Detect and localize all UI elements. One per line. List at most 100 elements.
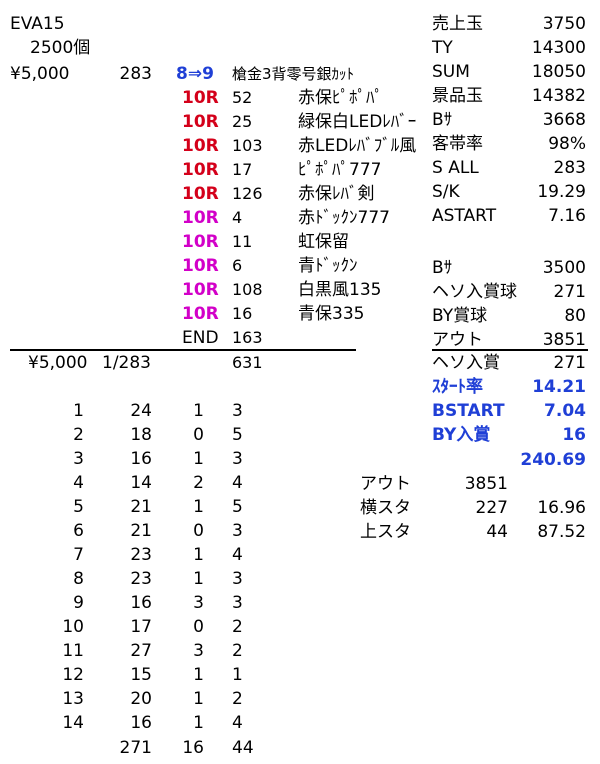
stat-label: S/K xyxy=(432,182,460,202)
row-count: 1 xyxy=(193,449,204,469)
row-value: 4 xyxy=(232,545,243,565)
round-note: 赤保ﾋﾟﾎﾟﾊﾟ xyxy=(298,88,383,108)
row-spins: 23 xyxy=(130,545,152,565)
round-note: ﾋﾟﾎﾟﾊﾟ777 xyxy=(298,160,382,180)
blue-total: 240.69 xyxy=(520,450,586,470)
out-value: 227 xyxy=(475,498,508,518)
total-d: 44 xyxy=(232,738,254,758)
stat-value: 14382 xyxy=(531,86,586,106)
row-index: 9 xyxy=(73,593,84,613)
round-label: 10R xyxy=(182,280,219,300)
stat-label: ｽﾀｰﾄ率 xyxy=(432,377,483,397)
round-spins: 25 xyxy=(232,112,253,131)
stat-value: 271 xyxy=(553,282,586,302)
row-count: 1 xyxy=(193,497,204,517)
row-index: 7 xyxy=(73,545,84,565)
row-value: 3 xyxy=(232,569,243,589)
out-label: 横スタ xyxy=(360,498,411,518)
stat-label: TY xyxy=(432,38,453,58)
stat-label: Bｻ xyxy=(432,110,453,130)
row-value: 1 xyxy=(232,665,243,685)
row-index: 11 xyxy=(62,641,84,661)
row-spins: 17 xyxy=(130,617,152,637)
row-count: 1 xyxy=(193,569,204,589)
row-index: 4 xyxy=(73,473,84,493)
out-value: 3851 xyxy=(464,474,508,494)
row-spins: 18 xyxy=(130,425,152,445)
row-index: 13 xyxy=(62,689,84,709)
row-index: 2 xyxy=(73,425,84,445)
stat-label: Bｻ xyxy=(432,258,453,278)
stat-value: 18050 xyxy=(531,62,586,82)
stat-value: 271 xyxy=(553,353,586,373)
setting-change: 8⇒9 xyxy=(176,64,214,84)
row-value: 3 xyxy=(232,449,243,469)
out-rate: 16.96 xyxy=(537,498,586,518)
stat-label: BY賞球 xyxy=(432,306,488,326)
row-spins: 23 xyxy=(130,569,152,589)
rotation-count: 283 xyxy=(119,64,152,84)
round-spins: 103 xyxy=(232,136,263,155)
stat-label: ASTART xyxy=(432,206,497,226)
out-label: 上スタ xyxy=(360,522,411,542)
out-rate: 87.52 xyxy=(537,522,586,542)
money-value: ¥5,000 xyxy=(10,64,70,84)
stat-label: アウト xyxy=(432,330,483,350)
round-note: 赤LEDﾚﾊﾞﾌﾞﾙ風 xyxy=(298,136,417,156)
row-count: 1 xyxy=(193,689,204,709)
row-count: 1 xyxy=(193,401,204,421)
round-label: 10R xyxy=(182,160,219,180)
total-b: 271 xyxy=(119,738,152,758)
end-label: END xyxy=(182,328,219,348)
stat-label: 景品玉 xyxy=(432,86,483,106)
summary-total: 631 xyxy=(232,353,263,372)
row-value: 2 xyxy=(232,641,243,661)
row-value: 4 xyxy=(232,473,243,493)
row-spins: 24 xyxy=(130,401,152,421)
row-value: 3 xyxy=(232,593,243,613)
stat-value: 7.04 xyxy=(544,401,586,421)
row-spins: 16 xyxy=(130,713,152,733)
round-note: 白黒風135 xyxy=(298,280,382,300)
stat-label: SUM xyxy=(432,62,470,82)
stat-value: 283 xyxy=(553,158,586,178)
row-count: 0 xyxy=(193,521,204,541)
stat-value: 80 xyxy=(564,306,586,326)
stat-label: 売上玉 xyxy=(432,14,483,34)
row-count: 3 xyxy=(193,641,204,661)
row-count: 0 xyxy=(193,617,204,637)
row-spins: 16 xyxy=(130,593,152,613)
round-note: 緑保白LEDﾚﾊﾞｰ xyxy=(298,112,417,132)
round-spins: 126 xyxy=(232,184,263,203)
spreadsheet: EVA15 2500個 ¥5,000 283 8⇒9 槍金3背零号銀ｶｯﾄ 10… xyxy=(0,0,600,764)
out-rate xyxy=(510,472,586,496)
round-note: 赤保ﾚﾊﾞ剣 xyxy=(298,184,375,204)
stat-value: 7.16 xyxy=(548,206,586,226)
end-value: 163 xyxy=(232,328,263,347)
machine-description: 槍金3背零号銀ｶｯﾄ xyxy=(232,65,355,83)
round-spins: 6 xyxy=(232,256,243,275)
row-index: 6 xyxy=(73,521,84,541)
row-index: 14 xyxy=(62,713,84,733)
stat-value: 3668 xyxy=(542,110,586,130)
round-spins: 16 xyxy=(232,304,253,323)
stat-label: S ALL xyxy=(432,158,479,178)
round-label: 10R xyxy=(182,232,219,252)
round-spins: 17 xyxy=(232,160,253,179)
row-count: 1 xyxy=(193,713,204,733)
row-index: 5 xyxy=(73,497,84,517)
sheet-title: EVA15 xyxy=(10,14,65,34)
row-spins: 14 xyxy=(130,473,152,493)
round-label: 10R xyxy=(182,88,219,108)
total-c: 16 xyxy=(182,738,204,758)
summary-ratio: 1/283 xyxy=(102,353,151,373)
round-note: 赤ﾄﾞｯｸﾝ777 xyxy=(298,208,390,228)
stat-value: 3851 xyxy=(542,330,586,350)
row-index: 10 xyxy=(62,617,84,637)
round-label: 10R xyxy=(182,208,219,228)
row-count: 3 xyxy=(193,593,204,613)
stat-value: 14300 xyxy=(531,38,586,58)
round-label: 10R xyxy=(182,184,219,204)
stat-value: 16 xyxy=(562,425,586,445)
row-spins: 16 xyxy=(130,449,152,469)
